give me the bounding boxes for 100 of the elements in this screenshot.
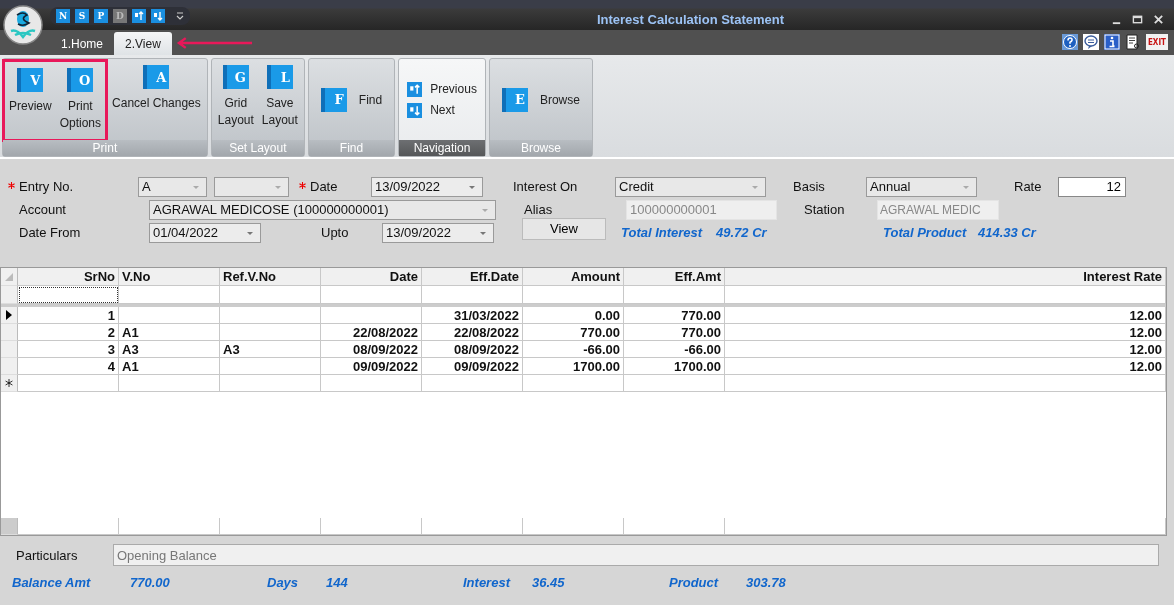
series-dropdown[interactable]: A [138, 176, 207, 197]
help-icon[interactable] [1061, 34, 1078, 50]
close-icon[interactable] [1153, 13, 1164, 25]
summary-value: 303.78 [746, 575, 787, 590]
table-cell: 4 [18, 358, 119, 375]
table-cell: 1700.00 [523, 358, 624, 375]
corner-icon [4, 271, 14, 282]
rate-field[interactable]: 12 [1058, 176, 1126, 197]
table-cell: -66.00 [624, 341, 725, 358]
customize-icon[interactable] [176, 12, 184, 20]
field-label: Entry No. [19, 179, 74, 194]
field-label: Date [310, 179, 338, 194]
ribbon-button[interactable]: A Cancel Changes [108, 59, 205, 140]
table-cell: 12.00 [725, 307, 1166, 324]
info-icon[interactable] [1103, 34, 1120, 50]
table-cell: 0.00 [523, 307, 624, 324]
ribbon-button[interactable]: O Print Options [55, 62, 106, 139]
table-cell: 1 [18, 307, 119, 324]
field-label: Rate [1014, 179, 1042, 194]
interest-on-dropdown[interactable]: Credit [615, 176, 766, 197]
current-row-icon [5, 310, 13, 320]
date-field[interactable]: 13/09/2022 [371, 176, 483, 197]
letter-icon: G [222, 65, 249, 89]
ribbon-button[interactable]: Next [407, 102, 477, 118]
ribbon-button[interactable]: L Save Layout [257, 59, 302, 140]
table-cell: 2 [18, 324, 119, 341]
column-header[interactable]: SrNo [18, 268, 119, 286]
table-cell: -66.00 [523, 341, 624, 358]
column-header[interactable]: Amount [523, 268, 624, 286]
ribbon-button[interactable]: G Grid Layout [213, 59, 258, 140]
table-cell: 08/09/2022 [321, 341, 422, 358]
group-label: Navigation [399, 140, 485, 156]
table-cell: 12.00 [725, 341, 1166, 358]
column-header[interactable]: Eff.Date [422, 268, 523, 286]
table-cell: 31/03/2022 [422, 307, 523, 324]
total-value: 414.33 Cr [978, 225, 1038, 240]
number-dropdown[interactable] [214, 176, 289, 197]
date-field[interactable]: 13/09/2022 [382, 222, 494, 243]
chat-icon[interactable] [1082, 34, 1099, 50]
ribbon-tab[interactable]: 1.Home [50, 32, 115, 55]
table-cell: A3 [119, 341, 220, 358]
field-label: Date From [19, 225, 81, 240]
table-cell: 22/08/2022 [422, 324, 523, 341]
column-header[interactable]: Date [321, 268, 422, 286]
table-cell: 12.00 [725, 324, 1166, 341]
column-header[interactable]: Eff.Amt [624, 268, 725, 286]
field-label: Upto [321, 225, 349, 240]
column-header[interactable]: Interest Rate [725, 268, 1166, 286]
field-label: Particulars [15, 547, 79, 563]
table-cell: A1 [119, 324, 220, 341]
table-cell: 3 [18, 341, 119, 358]
table-cell: 08/09/2022 [422, 341, 523, 358]
window-title: Interest Calculation Statement [595, 11, 786, 27]
letter-icon: L [266, 65, 293, 89]
document-icon[interactable] [1124, 34, 1141, 50]
group-label: Browse [489, 140, 592, 156]
summary-label: Days [267, 575, 300, 590]
table-cell: A1 [119, 358, 220, 375]
ribbon-tab[interactable]: 2.View [114, 32, 172, 55]
summary-label: Balance Amt [12, 575, 92, 590]
account-dropdown[interactable]: AGRAWAL MEDICOSE (100000000001) [149, 199, 496, 220]
field-label: Interest On [513, 179, 578, 194]
column-header[interactable]: Ref.V.No [220, 268, 321, 286]
ribbon-button[interactable]: V Preview [5, 62, 56, 139]
view-button[interactable]: View [522, 217, 606, 240]
letter-icon: A [143, 65, 170, 89]
table-cell: 22/08/2022 [321, 324, 422, 341]
ribbon-button[interactable]: F Find [310, 59, 393, 140]
field-label: Account [19, 202, 66, 217]
letter-icon: F [320, 87, 347, 112]
total-label: Total Product [883, 225, 968, 240]
group-label: Find [308, 140, 395, 156]
ribbon-button[interactable]: Previous [407, 81, 477, 97]
maximize-icon[interactable] [1132, 13, 1143, 25]
group-label: Set Layout [211, 140, 304, 156]
ribbon-button[interactable]: E Browse [491, 59, 590, 140]
table-cell: 1700.00 [624, 358, 725, 375]
date-field[interactable]: 01/04/2022 [149, 222, 261, 243]
group-label: Print [3, 140, 207, 156]
table-cell: 09/09/2022 [321, 358, 422, 375]
summary-value: 144 [326, 575, 349, 590]
table-cell: 09/09/2022 [422, 358, 523, 375]
filter-cell[interactable] [18, 286, 119, 304]
basis-dropdown[interactable]: Annual [866, 176, 977, 197]
summary-value: 36.45 [532, 575, 566, 590]
particulars-field[interactable]: Opening Balance [113, 544, 1159, 566]
column-header[interactable]: V.No [119, 268, 220, 286]
exit-icon[interactable]: EXIT [1145, 34, 1168, 50]
new-row-icon [5, 378, 13, 388]
total-label: Total Interest [621, 225, 704, 240]
table-cell: A3 [220, 341, 321, 358]
table-cell: 770.00 [523, 324, 624, 341]
summary-label: Product [669, 575, 720, 590]
summary-value: 770.00 [130, 575, 171, 590]
table-cell: 770.00 [624, 307, 725, 324]
table-cell: 770.00 [624, 324, 725, 341]
field-label: Alias [524, 202, 553, 217]
table-cell: 12.00 [725, 358, 1166, 375]
total-value: 49.72 Cr [716, 225, 768, 240]
summary-label: Interest [463, 575, 512, 590]
